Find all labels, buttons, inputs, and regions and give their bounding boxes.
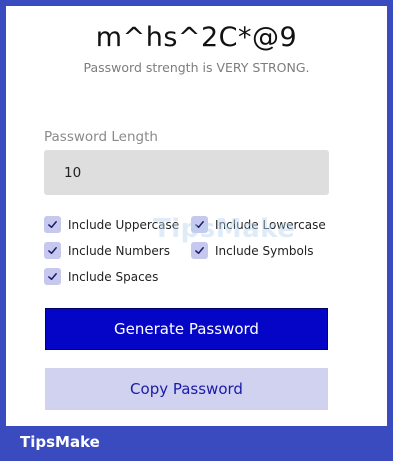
option-label: Include Numbers <box>68 243 170 258</box>
option-include-uppercase[interactable]: Include Uppercase <box>44 216 179 233</box>
checkbox-uppercase[interactable] <box>44 216 61 233</box>
password-length-input[interactable] <box>44 150 329 195</box>
option-include-numbers[interactable]: Include Numbers <box>44 242 170 259</box>
option-include-lowercase[interactable]: Include Lowercase <box>191 216 326 233</box>
generated-password: m^hs^2C*@9 <box>95 22 298 53</box>
option-label: Include Spaces <box>68 269 159 284</box>
password-generator-panel: m^hs^2C*@9 Password strength is VERY STR… <box>6 6 387 426</box>
option-include-symbols[interactable]: Include Symbols <box>191 242 313 259</box>
checkbox-numbers[interactable] <box>44 242 61 259</box>
copy-password-button[interactable]: Copy Password <box>45 368 328 410</box>
checkbox-spaces[interactable] <box>44 268 61 285</box>
checkbox-lowercase[interactable] <box>191 216 208 233</box>
password-strength-text: Password strength is VERY STRONG. <box>83 60 310 75</box>
check-icon <box>48 247 57 254</box>
check-icon <box>48 273 57 280</box>
check-icon <box>195 247 204 254</box>
option-label: Include Symbols <box>215 243 314 258</box>
password-length-label: Password Length <box>44 129 158 145</box>
option-include-spaces[interactable]: Include Spaces <box>44 268 158 285</box>
checkbox-symbols[interactable] <box>191 242 208 259</box>
generate-password-button[interactable]: Generate Password <box>45 308 328 350</box>
check-icon <box>48 221 57 228</box>
check-icon <box>195 221 204 228</box>
brand-logo-text: TipsMake <box>20 433 100 451</box>
option-label: Include Uppercase <box>68 217 180 232</box>
option-label: Include Lowercase <box>215 217 326 232</box>
